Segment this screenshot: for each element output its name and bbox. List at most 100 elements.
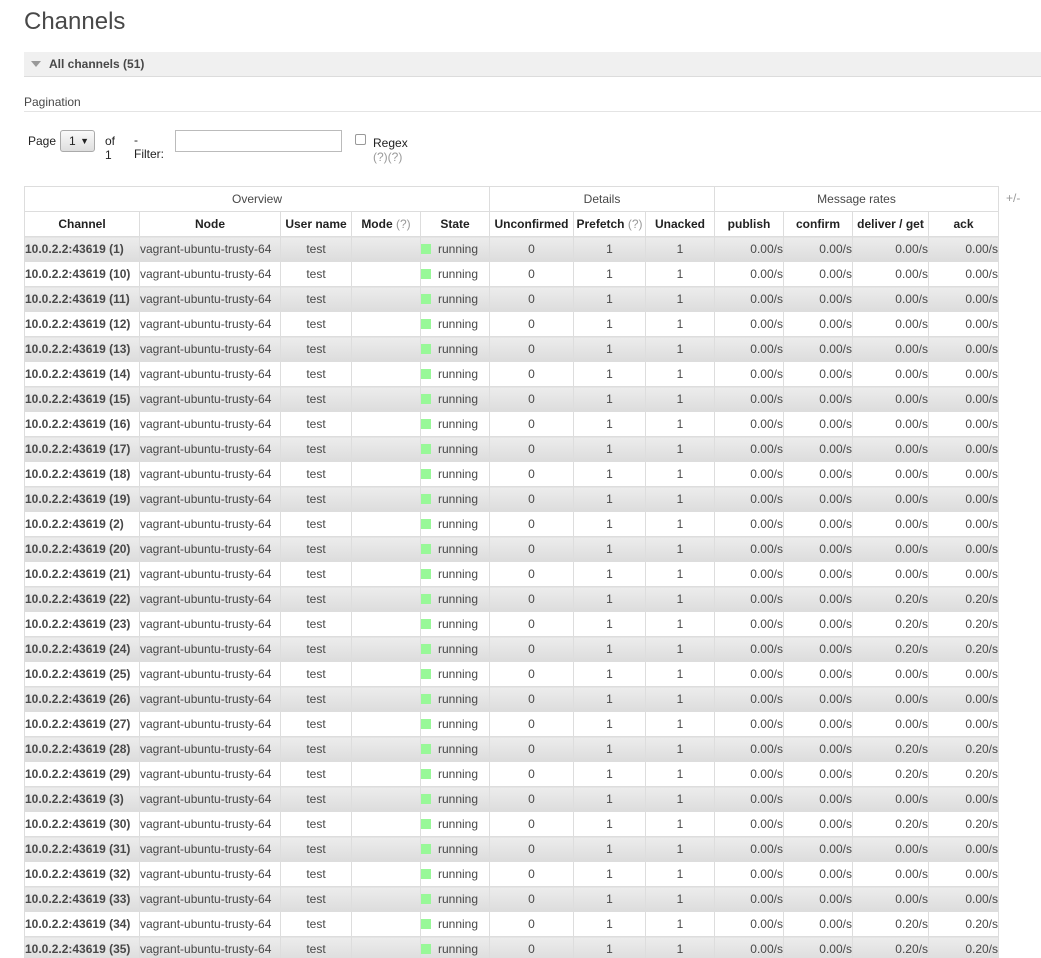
node-cell: vagrant-ubuntu-trusty-64	[139, 336, 281, 362]
table-row: 10.0.2.2:43619 (23) vagrant-ubuntu-trusty…	[24, 611, 1000, 637]
regex-help-link[interactable]: (?)(?)	[373, 150, 402, 164]
column-header-unacked[interactable]: Unacked	[645, 211, 715, 237]
deliver-get-rate-cell: 0.00/s	[852, 311, 929, 337]
channel-link[interactable]: 10.0.2.2:43619 (13)	[24, 336, 140, 362]
node-cell: vagrant-ubuntu-trusty-64	[139, 261, 281, 287]
confirm-rate-cell: 0.00/s	[783, 236, 853, 262]
deliver-get-rate-cell: 0.00/s	[852, 336, 929, 362]
channel-link[interactable]: 10.0.2.2:43619 (32)	[24, 861, 140, 887]
ack-rate-cell: 0.00/s	[927, 711, 1000, 737]
column-header-publish[interactable]: publish	[714, 211, 784, 237]
unacked-cell: 1	[645, 486, 715, 512]
state-indicator-icon	[421, 719, 431, 729]
state-cell: running	[420, 661, 490, 687]
unacked-cell: 1	[645, 361, 715, 387]
publish-rate-cell: 0.00/s	[714, 236, 784, 262]
publish-rate-cell: 0.00/s	[714, 336, 784, 362]
state-cell: running	[420, 511, 490, 537]
channel-link[interactable]: 10.0.2.2:43619 (17)	[24, 436, 140, 462]
unconfirmed-cell: 0	[489, 611, 574, 637]
channel-link[interactable]: 10.0.2.2:43619 (33)	[24, 886, 140, 912]
confirm-rate-cell: 0.00/s	[783, 411, 853, 437]
channel-link[interactable]: 10.0.2.2:43619 (10)	[24, 261, 140, 287]
node-cell: vagrant-ubuntu-trusty-64	[139, 936, 281, 958]
channel-link[interactable]: 10.0.2.2:43619 (31)	[24, 836, 140, 862]
unacked-cell: 1	[645, 736, 715, 762]
channel-link[interactable]: 10.0.2.2:43619 (15)	[24, 386, 140, 412]
column-header-unconfirmed[interactable]: Unconfirmed	[489, 211, 574, 237]
node-cell: vagrant-ubuntu-trusty-64	[139, 636, 281, 662]
filter-input[interactable]	[175, 130, 342, 152]
column-header-ack[interactable]: ack	[927, 211, 1000, 237]
channel-link[interactable]: 10.0.2.2:43619 (35)	[24, 936, 140, 958]
prefetch-cell: 1	[573, 536, 646, 562]
deliver-get-rate-cell: 0.20/s	[852, 761, 929, 787]
column-header-user-name[interactable]: User name	[280, 211, 352, 237]
channel-link[interactable]: 10.0.2.2:43619 (34)	[24, 911, 140, 937]
channel-link[interactable]: 10.0.2.2:43619 (30)	[24, 811, 140, 837]
state-cell: running	[420, 861, 490, 887]
state-indicator-icon	[421, 469, 431, 479]
ack-rate-cell: 0.00/s	[927, 536, 1000, 562]
channel-link[interactable]: 10.0.2.2:43619 (1)	[24, 236, 140, 262]
help-link[interactable]: (?)	[628, 217, 643, 231]
publish-rate-cell: 0.00/s	[714, 611, 784, 637]
confirm-rate-cell: 0.00/s	[783, 461, 853, 487]
prefetch-cell: 1	[573, 511, 646, 537]
channel-link[interactable]: 10.0.2.2:43619 (23)	[24, 611, 140, 637]
column-header-deliver-get[interactable]: deliver / get	[852, 211, 929, 237]
table-row: 10.0.2.2:43619 (14) vagrant-ubuntu-trusty…	[24, 361, 1000, 387]
deliver-get-rate-cell: 0.00/s	[852, 886, 929, 912]
table-row: 10.0.2.2:43619 (27) vagrant-ubuntu-trusty…	[24, 711, 1000, 737]
unacked-cell: 1	[645, 511, 715, 537]
all-channels-toggle[interactable]: All channels (51)	[24, 52, 1041, 77]
page-count: of 1	[105, 134, 116, 162]
channel-link[interactable]: 10.0.2.2:43619 (25)	[24, 661, 140, 687]
state-cell: running	[420, 636, 490, 662]
column-toggle-button[interactable]: +/-	[1006, 191, 1020, 205]
user-name-cell: test	[280, 411, 352, 437]
column-header-node[interactable]: Node	[139, 211, 281, 237]
channel-link[interactable]: 10.0.2.2:43619 (24)	[24, 636, 140, 662]
channel-link[interactable]: 10.0.2.2:43619 (12)	[24, 311, 140, 337]
channel-link[interactable]: 10.0.2.2:43619 (27)	[24, 711, 140, 737]
page-select[interactable]: 1 ▼	[60, 130, 95, 152]
user-name-cell: test	[280, 436, 352, 462]
state-indicator-icon	[421, 419, 431, 429]
channel-link[interactable]: 10.0.2.2:43619 (26)	[24, 686, 140, 712]
confirm-rate-cell: 0.00/s	[783, 386, 853, 412]
channel-link[interactable]: 10.0.2.2:43619 (22)	[24, 586, 140, 612]
deliver-get-rate-cell: 0.00/s	[852, 261, 929, 287]
channel-link[interactable]: 10.0.2.2:43619 (29)	[24, 761, 140, 787]
regex-checkbox[interactable]	[355, 134, 366, 145]
state-cell: running	[420, 486, 490, 512]
channel-link[interactable]: 10.0.2.2:43619 (16)	[24, 411, 140, 437]
unconfirmed-cell: 0	[489, 911, 574, 937]
column-header-confirm[interactable]: confirm	[783, 211, 853, 237]
prefetch-cell: 1	[573, 286, 646, 312]
channel-link[interactable]: 10.0.2.2:43619 (14)	[24, 361, 140, 387]
unconfirmed-cell: 0	[489, 536, 574, 562]
channel-link[interactable]: 10.0.2.2:43619 (18)	[24, 461, 140, 487]
column-header-label: Node	[195, 217, 225, 231]
table-row: 10.0.2.2:43619 (3) vagrant-ubuntu-trusty-…	[24, 786, 1000, 812]
channel-link[interactable]: 10.0.2.2:43619 (19)	[24, 486, 140, 512]
table-row: 10.0.2.2:43619 (22) vagrant-ubuntu-trusty…	[24, 586, 1000, 612]
channel-link[interactable]: 10.0.2.2:43619 (3)	[24, 786, 140, 812]
column-header-mode[interactable]: Mode (?)	[351, 211, 421, 237]
channel-link[interactable]: 10.0.2.2:43619 (11)	[24, 286, 140, 312]
prefetch-cell: 1	[573, 411, 646, 437]
channel-link[interactable]: 10.0.2.2:43619 (21)	[24, 561, 140, 587]
publish-rate-cell: 0.00/s	[714, 911, 784, 937]
column-header-state[interactable]: State	[420, 211, 490, 237]
table-row: 10.0.2.2:43619 (31) vagrant-ubuntu-trusty…	[24, 836, 1000, 862]
column-header-prefetch[interactable]: Prefetch (?)	[573, 211, 646, 237]
unacked-cell: 1	[645, 836, 715, 862]
column-header-channel[interactable]: Channel	[24, 211, 140, 237]
channel-link[interactable]: 10.0.2.2:43619 (2)	[24, 511, 140, 537]
help-link[interactable]: (?)	[396, 217, 411, 231]
state-label: running	[438, 917, 479, 931]
channel-link[interactable]: 10.0.2.2:43619 (28)	[24, 736, 140, 762]
channel-link[interactable]: 10.0.2.2:43619 (20)	[24, 536, 140, 562]
page: Channels All channels (51) Pagination Pa…	[0, 0, 1041, 958]
